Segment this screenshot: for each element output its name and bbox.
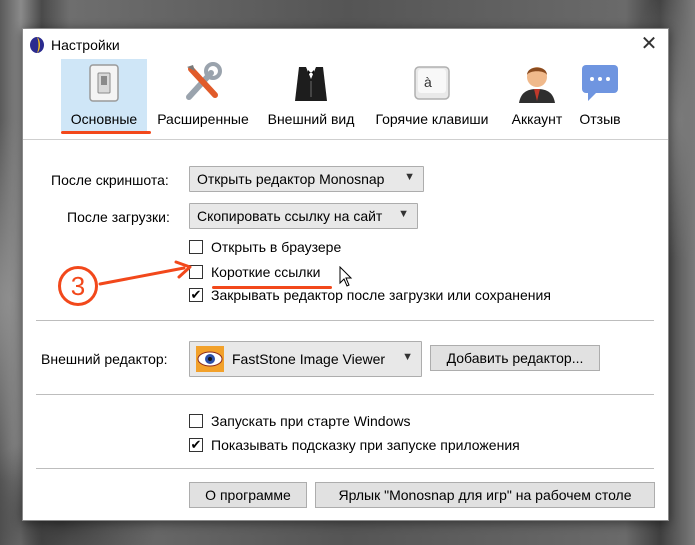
tab-advanced[interactable]: Расширенные bbox=[151, 59, 255, 131]
close-icon[interactable]: ✕ bbox=[638, 33, 660, 55]
after-upload-label: После загрузки: bbox=[67, 209, 170, 225]
tab-label: Горячие клавиши bbox=[375, 111, 489, 127]
tab-feedback[interactable]: Отзыв bbox=[575, 59, 625, 131]
tab-highlight-annotation bbox=[61, 131, 151, 134]
open-in-browser-label: Открыть в браузере bbox=[211, 239, 342, 255]
after-screenshot-dropdown[interactable]: Открыть редактор Monosnap ▼ bbox=[189, 166, 424, 192]
keyboard-key-icon: à bbox=[414, 66, 450, 100]
launch-at-startup-label: Запускать при старте Windows bbox=[211, 413, 411, 429]
settings-toolbar: Основные Расширенные Внешний вид à Горяч… bbox=[23, 59, 668, 139]
chat-bubble-icon bbox=[582, 65, 618, 101]
section-divider bbox=[36, 468, 654, 469]
checkbox-box: ✔ bbox=[189, 437, 203, 452]
tab-general[interactable]: Основные bbox=[61, 59, 147, 131]
show-hint-checkbox[interactable]: ✔ Показывать подсказку при запуске прило… bbox=[189, 437, 589, 455]
faststone-eye-icon bbox=[196, 346, 224, 372]
mouse-cursor-icon bbox=[339, 266, 353, 287]
chevron-down-icon: ▼ bbox=[402, 351, 413, 363]
checkbox-box bbox=[189, 414, 203, 428]
desktop-shortcut-button[interactable]: Ярлык "Monosnap для игр" на рабочем стол… bbox=[315, 482, 655, 508]
close-editor-checkbox[interactable]: ✔ Закрывать редактор после загрузки или … bbox=[189, 287, 609, 305]
chevron-down-icon: ▼ bbox=[404, 171, 415, 183]
external-editor-label: Внешний редактор: bbox=[41, 351, 168, 367]
about-button[interactable]: О программе bbox=[189, 482, 307, 508]
tab-label: Аккаунт bbox=[511, 111, 563, 127]
tools-icon bbox=[186, 62, 222, 100]
checkbox-box: ✔ bbox=[189, 287, 203, 302]
section-divider bbox=[36, 394, 654, 395]
tab-appearance[interactable]: Внешний вид bbox=[263, 59, 359, 131]
after-upload-dropdown[interactable]: Скопировать ссылку на сайт ▼ bbox=[189, 203, 418, 229]
tab-account[interactable]: Аккаунт bbox=[503, 59, 571, 131]
user-avatar-icon bbox=[519, 67, 555, 103]
section-divider bbox=[36, 320, 654, 321]
external-editor-dropdown[interactable]: FastStone Image Viewer ▼ bbox=[189, 341, 422, 377]
after-upload-value: Скопировать ссылку на сайт bbox=[197, 208, 383, 224]
close-editor-label: Закрывать редактор после загрузки или со… bbox=[211, 287, 551, 303]
chevron-down-icon: ▼ bbox=[398, 208, 409, 220]
short-links-checkbox[interactable]: Короткие ссылки bbox=[189, 264, 339, 282]
after-screenshot-label: После скриншота: bbox=[51, 172, 169, 188]
add-editor-button[interactable]: Добавить редактор... bbox=[430, 345, 600, 371]
tab-label: Отзыв bbox=[579, 111, 621, 127]
tab-label: Внешний вид bbox=[267, 111, 355, 127]
switch-icon bbox=[89, 64, 119, 102]
arrow-annotation-icon bbox=[98, 260, 192, 286]
step-number-annotation: 3 bbox=[58, 266, 98, 306]
tab-hotkeys[interactable]: à Горячие клавиши bbox=[369, 59, 495, 131]
show-hint-label: Показывать подсказку при запуске приложе… bbox=[211, 437, 520, 453]
tuxedo-icon bbox=[295, 67, 327, 101]
short-links-label: Короткие ссылки bbox=[211, 264, 321, 280]
after-screenshot-value: Открыть редактор Monosnap bbox=[197, 171, 385, 187]
title-bar: Настройки ✕ bbox=[23, 29, 668, 61]
launch-at-startup-checkbox[interactable]: Запускать при старте Windows bbox=[189, 413, 449, 431]
tab-label: Расширенные bbox=[157, 111, 249, 127]
toolbar-divider bbox=[23, 139, 668, 140]
checkbox-box bbox=[189, 240, 203, 254]
window-title: Настройки bbox=[51, 37, 120, 53]
tab-label: Основные bbox=[70, 111, 138, 127]
external-editor-value: FastStone Image Viewer bbox=[232, 351, 386, 367]
open-in-browser-checkbox[interactable]: Открыть в браузере bbox=[189, 239, 449, 257]
app-logo-icon bbox=[30, 37, 44, 53]
svg-text:à: à bbox=[424, 74, 432, 90]
